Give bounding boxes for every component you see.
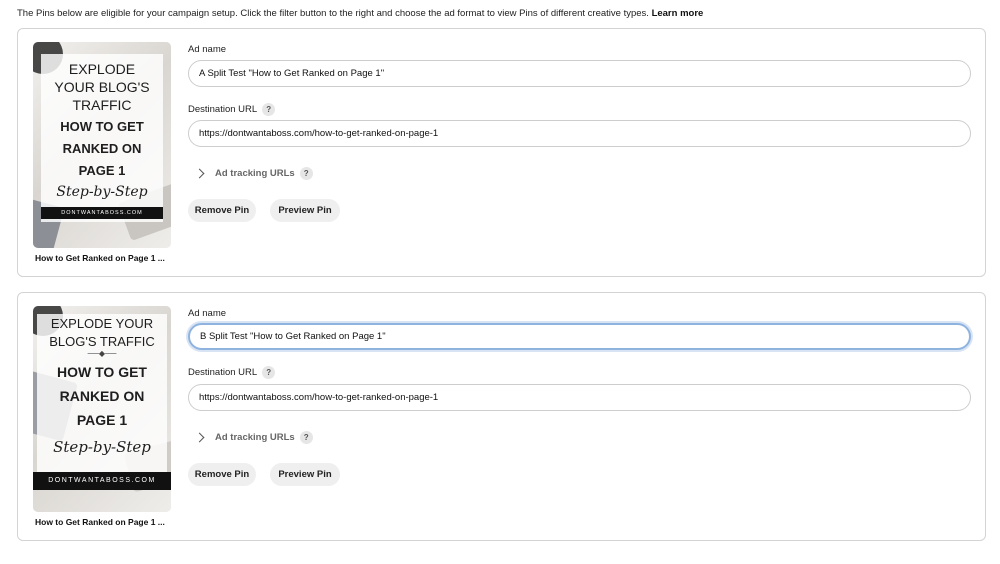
thumb-divider: ──◆── <box>87 349 117 358</box>
thumb-line-2: YOUR BLOG'S <box>54 79 150 95</box>
ad-name-label: Ad name <box>188 44 227 55</box>
pin-title: How to Get Ranked on Page 1 ... <box>35 517 165 527</box>
thumb-line-6: PAGE 1 <box>78 163 126 178</box>
pin-card: EXPLODE YOUR BLOG'S TRAFFIC ──◆── HOW TO… <box>17 292 986 541</box>
pin-thumbnail[interactable]: EXPLODE YOUR BLOG'S TRAFFIC ──◆── HOW TO… <box>33 306 171 512</box>
thumb-line-2: BLOG'S TRAFFIC <box>49 334 155 349</box>
preview-pin-button[interactable]: Preview Pin <box>270 199 340 222</box>
pin-title: How to Get Ranked on Page 1 ... <box>35 253 165 263</box>
destination-url-label: Destination URL? <box>188 103 276 116</box>
help-icon[interactable]: ? <box>262 366 276 379</box>
ad-tracking-label: Ad tracking URLs <box>215 168 295 179</box>
help-icon[interactable]: ? <box>299 431 313 444</box>
learn-more-link[interactable]: Learn more <box>652 8 704 19</box>
destination-url-input[interactable]: https://dontwantaboss.com/how-to-get-ran… <box>188 384 971 411</box>
thumb-line-4: HOW TO GET <box>60 119 144 134</box>
ad-tracking-label: Ad tracking URLs <box>215 432 295 443</box>
thumb-script: Step-by-Step <box>56 184 148 200</box>
destination-url-label-text: Destination URL <box>188 367 258 379</box>
thumb-site-bar: DONTWANTABOSS.COM <box>41 207 163 219</box>
remove-pin-button[interactable]: Remove Pin <box>188 463 256 486</box>
pin-card: EXPLODE YOUR BLOG'S TRAFFIC HOW TO GET R… <box>17 28 986 277</box>
thumb-script: Step-by-Step <box>53 438 151 456</box>
ad-name-input[interactable]: A Split Test "How to Get Ranked on Page … <box>188 60 971 87</box>
chevron-right-icon <box>194 432 205 443</box>
thumb-line-1: EXPLODE YOUR <box>50 316 154 331</box>
intro-text: The Pins below are eligible for your cam… <box>17 8 703 19</box>
thumb-site-bar: DONTWANTABOSS.COM <box>33 472 171 490</box>
preview-pin-button[interactable]: Preview Pin <box>270 463 340 486</box>
pin-thumbnail[interactable]: EXPLODE YOUR BLOG'S TRAFFIC HOW TO GET R… <box>33 42 171 248</box>
ad-tracking-toggle[interactable]: Ad tracking URLs ? <box>194 431 313 444</box>
ad-name-label: Ad name <box>188 308 227 319</box>
ad-name-input[interactable]: B Split Test "How to Get Ranked on Page … <box>188 323 971 350</box>
destination-url-input[interactable]: https://dontwantaboss.com/how-to-get-ran… <box>188 120 971 147</box>
destination-url-label-text: Destination URL <box>188 104 258 116</box>
thumb-line-1: EXPLODE <box>68 61 136 77</box>
help-icon[interactable]: ? <box>299 167 313 180</box>
thumb-line-4: HOW TO GET <box>57 364 147 380</box>
thumb-line-5: RANKED ON <box>62 141 142 156</box>
ad-tracking-toggle[interactable]: Ad tracking URLs ? <box>194 167 313 180</box>
destination-url-label: Destination URL? <box>188 366 276 379</box>
thumb-line-6: PAGE 1 <box>76 412 128 428</box>
intro-description: The Pins below are eligible for your cam… <box>17 8 649 19</box>
help-icon[interactable]: ? <box>262 103 276 116</box>
remove-pin-button[interactable]: Remove Pin <box>188 199 256 222</box>
thumb-line-5: RANKED ON <box>59 388 145 404</box>
chevron-right-icon <box>194 168 205 179</box>
thumb-line-3: TRAFFIC <box>72 97 132 113</box>
